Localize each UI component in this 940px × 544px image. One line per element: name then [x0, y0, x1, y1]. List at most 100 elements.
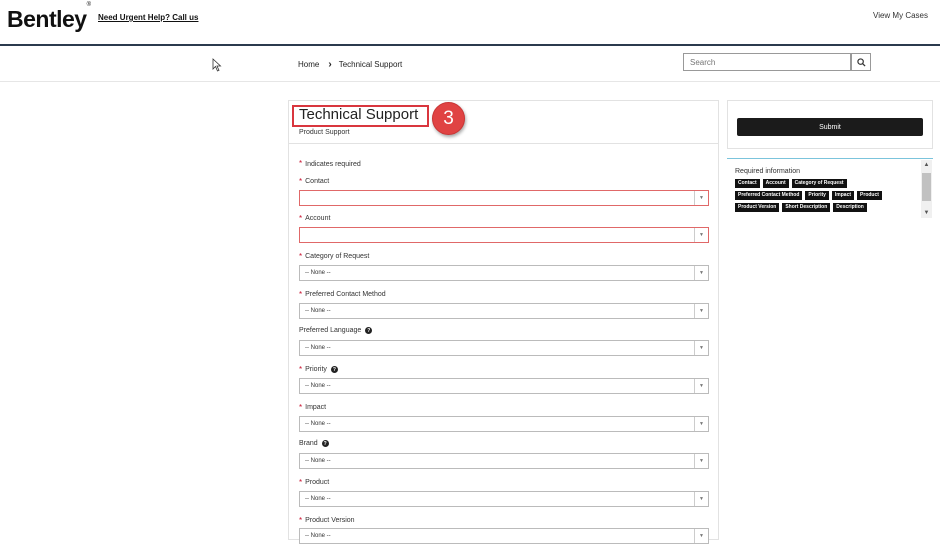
required-tag[interactable]: Account — [762, 179, 789, 188]
required-tag[interactable]: Description — [833, 203, 867, 212]
required-star-icon: * — [299, 214, 303, 223]
required-star-icon: * — [299, 403, 303, 412]
field-label-text: Impact — [305, 404, 327, 411]
account-label: * Account — [299, 214, 330, 223]
required-star-icon: * — [299, 516, 303, 525]
category-select[interactable]: -- None -- ▼ — [299, 265, 709, 281]
dropdown-arrow-icon[interactable]: ▼ — [694, 417, 708, 431]
required-tag[interactable]: Preferred Contact Method — [735, 191, 803, 200]
scrollbar-thumb[interactable] — [922, 173, 931, 201]
product-label: * Product — [299, 478, 329, 487]
mouse-cursor-icon — [212, 58, 222, 72]
contact-label: * Contact — [299, 177, 329, 186]
required-info-scrollbar[interactable]: ▲ ▼ — [921, 160, 932, 218]
field-value: -- None -- — [305, 308, 331, 314]
dropdown-arrow-icon[interactable]: ▼ — [694, 266, 708, 280]
breadcrumb-home-link[interactable]: Home — [298, 60, 319, 69]
impact-select[interactable]: -- None -- ▼ — [299, 416, 709, 432]
urgent-help-link[interactable]: Need Urgent Help? Call us — [98, 13, 198, 22]
search-icon — [856, 57, 866, 67]
required-info-title: Required information — [735, 168, 800, 175]
bentley-logo[interactable]: Bentley® — [7, 2, 91, 33]
field-label-text: Preferred Language — [299, 327, 362, 334]
product-select[interactable]: -- None -- ▼ — [299, 491, 709, 507]
submit-panel: Submit — [727, 100, 933, 149]
dropdown-arrow-icon[interactable]: ▼ — [694, 379, 708, 393]
required-star-icon: * — [299, 159, 303, 168]
required-note: * Indicates required — [299, 159, 361, 168]
field-value: -- None -- — [305, 458, 331, 464]
dropdown-arrow-icon[interactable]: ▼ — [694, 191, 708, 205]
field-label-text: Contact — [305, 178, 330, 185]
submit-button[interactable]: Submit — [737, 118, 923, 136]
field-label-text: Product — [305, 479, 330, 486]
dropdown-arrow-icon[interactable]: ▼ — [694, 529, 708, 543]
required-information-panel: Required information Contact Account Cat… — [727, 158, 933, 218]
brand-select[interactable]: -- None -- ▼ — [299, 453, 709, 469]
field-value: -- None -- — [305, 383, 331, 389]
dropdown-arrow-icon[interactable]: ▼ — [694, 341, 708, 355]
required-tags-list: Contact Account Category of Request Pref… — [735, 179, 915, 212]
top-header: Bentley® Need Urgent Help? Call us View … — [0, 0, 940, 46]
logo-registered-mark: ® — [86, 2, 91, 9]
required-star-icon: * — [299, 290, 303, 299]
field-value: -- None -- — [305, 496, 331, 502]
required-tag[interactable]: Short Description — [782, 203, 831, 212]
product-version-label: * Product Version — [299, 516, 355, 525]
field-label-text: Brand — [299, 440, 318, 447]
scroll-down-arrow-icon[interactable]: ▼ — [921, 208, 932, 218]
dropdown-arrow-icon[interactable]: ▼ — [694, 492, 708, 506]
view-my-cases-link[interactable]: View My Cases — [873, 11, 928, 20]
required-tag[interactable]: Product Version — [735, 203, 780, 212]
account-lookup-field[interactable]: ▼ — [299, 227, 709, 243]
breadcrumb-current: Technical Support — [338, 60, 403, 69]
required-tag[interactable]: Impact — [831, 191, 855, 200]
dropdown-arrow-icon[interactable]: ▼ — [694, 228, 708, 242]
required-star-icon: * — [299, 365, 303, 374]
page-subtitle: Product Support — [299, 129, 350, 136]
required-note-text: Indicates required — [305, 161, 361, 168]
required-tag[interactable]: Contact — [735, 179, 760, 188]
search-input[interactable] — [683, 53, 851, 71]
help-question-icon[interactable]: ? — [330, 366, 338, 373]
required-star-icon: * — [299, 252, 303, 261]
field-label-text: Preferred Contact Method — [305, 291, 386, 298]
field-label-text: Priority — [305, 366, 327, 373]
field-value: -- None -- — [305, 421, 331, 427]
scroll-up-arrow-icon[interactable]: ▲ — [921, 160, 932, 170]
field-value: -- None -- — [305, 345, 331, 351]
brand-label: Brand ? — [299, 440, 329, 447]
product-version-select[interactable]: -- None -- ▼ — [299, 528, 709, 544]
language-select[interactable]: -- None -- ▼ — [299, 340, 709, 356]
priority-label: * Priority ? — [299, 365, 338, 374]
logo-text: Bentley — [7, 6, 87, 32]
page-title: Technical Support — [299, 106, 419, 123]
contact-lookup-field[interactable]: ▼ — [299, 190, 709, 206]
required-tag[interactable]: Category of Request — [791, 179, 847, 188]
contact-method-select[interactable]: -- None -- ▼ — [299, 303, 709, 319]
required-tag[interactable]: Product — [857, 191, 882, 200]
search-button[interactable] — [851, 53, 871, 71]
dropdown-arrow-icon[interactable]: ▼ — [694, 304, 708, 318]
form-header: Technical Support Product Support 3 — [289, 101, 718, 144]
support-form-panel: Technical Support Product Support 3 * Ind… — [288, 100, 719, 544]
help-question-icon[interactable]: ? — [321, 440, 329, 447]
step-number-badge: 3 — [432, 102, 465, 135]
priority-select[interactable]: -- None -- ▼ — [299, 378, 709, 394]
field-label-text: Account — [305, 215, 331, 222]
breadcrumb: Home › Technical Support — [298, 59, 402, 70]
category-label: * Category of Request — [299, 252, 369, 261]
field-label-text: Category of Request — [305, 253, 370, 260]
breadcrumb-chevron-icon: › — [328, 59, 332, 70]
field-value: -- None -- — [305, 270, 331, 276]
required-star-icon: * — [299, 177, 303, 186]
help-question-icon[interactable]: ? — [365, 327, 373, 334]
field-label-text: Product Version — [305, 517, 355, 524]
breadcrumb-bar: Home › Technical Support — [0, 46, 940, 82]
impact-label: * Impact — [299, 403, 326, 412]
contact-method-label: * Preferred Contact Method — [299, 290, 386, 299]
required-star-icon: * — [299, 478, 303, 487]
dropdown-arrow-icon[interactable]: ▼ — [694, 454, 708, 468]
language-label: Preferred Language ? — [299, 327, 373, 334]
required-tag[interactable]: Priority — [805, 191, 829, 200]
